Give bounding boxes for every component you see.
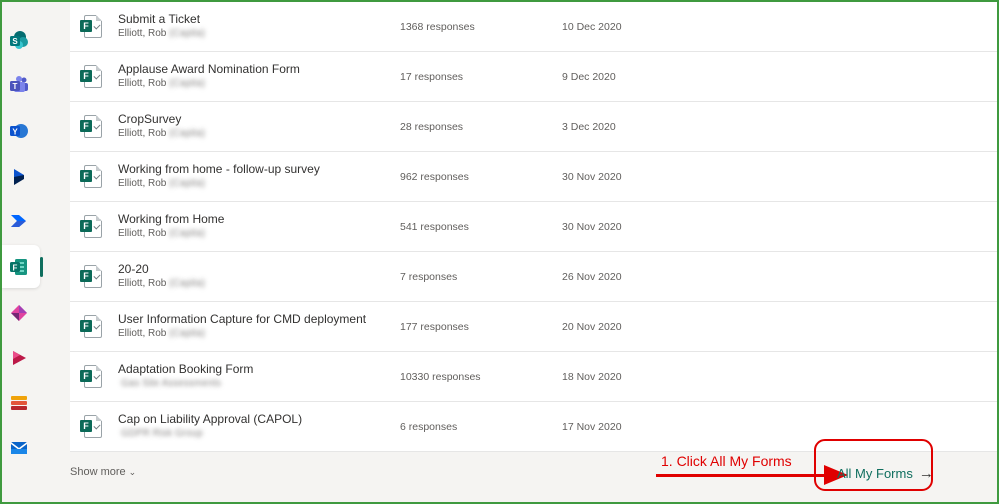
form-file-icon: F — [80, 415, 104, 439]
form-title[interactable]: Submit a Ticket — [118, 12, 200, 26]
form-date: 3 Dec 2020 — [562, 121, 616, 133]
office-apps-icon[interactable] — [8, 392, 30, 414]
form-owner-name: Elliott, Rob — [118, 78, 167, 89]
show-more-label: Show more — [70, 466, 126, 478]
form-owner: Elliott, Rob (Capita) — [118, 328, 205, 339]
form-title[interactable]: Working from home - follow-up survey — [118, 162, 320, 176]
rail-active-indicator — [40, 257, 43, 277]
form-owner: Elliott, Rob (Capita) — [118, 228, 205, 239]
form-owner: GDPR Risk Group — [118, 428, 203, 439]
arrow-right-icon: → — [918, 465, 934, 482]
power-automate-icon[interactable] — [8, 210, 30, 232]
form-owner-redacted: GDPR Risk Group — [121, 428, 203, 439]
sharepoint-icon[interactable]: S — [8, 29, 30, 51]
form-owner-name: Elliott, Rob — [118, 28, 167, 39]
form-title[interactable]: CropSurvey — [118, 112, 181, 126]
form-date: 18 Nov 2020 — [562, 371, 622, 383]
form-row[interactable]: F User Information Capture for CMD deploy… — [70, 302, 997, 352]
all-my-forms-link[interactable]: All My Forms → — [837, 465, 934, 482]
form-owner-name: Elliott, Rob — [118, 228, 167, 239]
form-response-count: 962 responses — [400, 171, 469, 183]
form-file-icon: F — [80, 315, 104, 339]
all-my-forms-label: All My Forms — [837, 466, 913, 481]
form-date: 10 Dec 2020 — [562, 21, 622, 33]
form-date: 17 Nov 2020 — [562, 421, 622, 433]
form-row[interactable]: F Submit a Ticket Elliott, Rob (Capita) 1368… — [70, 2, 997, 52]
chevron-down-icon: ⌄ — [128, 467, 137, 477]
form-owner: Elliott, Rob (Capita) — [118, 278, 205, 289]
svg-text:S: S — [12, 37, 18, 46]
form-row[interactable]: F 20-20 Elliott, Rob (Capita) 7 responses 26 … — [70, 252, 997, 302]
form-file-icon: F — [80, 215, 104, 239]
form-file-icon: F — [80, 15, 104, 39]
form-file-icon: F — [80, 365, 104, 389]
app-rail: S T Y F — [2, 2, 56, 502]
form-title[interactable]: Applause Award Nomination Form — [118, 62, 300, 76]
form-owner-redacted: (Capita) — [169, 28, 205, 39]
form-title[interactable]: Working from Home — [118, 212, 224, 226]
form-response-count: 17 responses — [400, 71, 464, 83]
form-response-count: 28 responses — [400, 121, 464, 133]
form-date: 30 Nov 2020 — [562, 171, 622, 183]
form-owner-redacted: (Capita) — [169, 328, 205, 339]
form-owner-redacted: (Capita) — [169, 178, 205, 189]
form-response-count: 177 responses — [400, 321, 469, 333]
stream-icon[interactable] — [8, 347, 30, 369]
svg-text:T: T — [13, 82, 18, 91]
form-file-icon: F — [80, 65, 104, 89]
form-owner-redacted: (Capita) — [169, 78, 205, 89]
outlook-icon[interactable] — [8, 437, 30, 459]
svg-text:F: F — [13, 264, 18, 273]
form-date: 20 Nov 2020 — [562, 321, 622, 333]
annotation-instruction: 1. Click All My Forms — [661, 453, 792, 469]
form-owner-name: Elliott, Rob — [118, 278, 167, 289]
form-response-count: 7 responses — [400, 271, 458, 283]
form-owner-redacted: (Capita) — [169, 228, 205, 239]
form-owner: Elliott, Rob (Capita) — [118, 128, 205, 139]
yammer-icon[interactable]: Y — [8, 120, 30, 142]
show-more-link[interactable]: Show more ⌄ — [70, 466, 136, 478]
form-file-icon: F — [80, 165, 104, 189]
form-owner-name: Elliott, Rob — [118, 328, 167, 339]
form-owner-redacted: (Capita) — [169, 278, 205, 289]
form-title[interactable]: Cap on Liability Approval (CAPOL) — [118, 412, 302, 426]
app-window: S T Y F F Submit a Ticket Elliott, Rob (… — [0, 0, 999, 504]
form-title[interactable]: User Information Capture for CMD deploym… — [118, 312, 366, 326]
form-owner-name: Elliott, Rob — [118, 128, 167, 139]
form-owner: Elliott, Rob (Capita) — [118, 28, 205, 39]
form-row[interactable]: F Applause Award Nomination Form Elliott, … — [70, 52, 997, 102]
form-response-count: 541 responses — [400, 221, 469, 233]
power-apps-icon[interactable] — [8, 302, 30, 324]
form-owner-name: Elliott, Rob — [118, 178, 167, 189]
form-date: 30 Nov 2020 — [562, 221, 622, 233]
form-row[interactable]: F Adaptation Booking Form Gas Site Assessm… — [70, 352, 997, 402]
form-owner: Elliott, Rob (Capita) — [118, 78, 205, 89]
form-file-icon: F — [80, 115, 104, 139]
form-owner-redacted: (Capita) — [169, 128, 205, 139]
form-row[interactable]: F Working from home - follow-up survey Ell… — [70, 152, 997, 202]
form-owner: Gas Site Assessments — [118, 378, 221, 389]
form-owner-redacted: Gas Site Assessments — [121, 378, 222, 389]
form-row[interactable]: F Working from Home Elliott, Rob (Capita) 54… — [70, 202, 997, 252]
form-response-count: 1368 responses — [400, 21, 475, 33]
svg-text:Y: Y — [12, 128, 18, 137]
form-response-count: 10330 responses — [400, 371, 481, 383]
form-owner: Elliott, Rob (Capita) — [118, 178, 205, 189]
forms-icon[interactable]: F — [8, 256, 30, 278]
form-title[interactable]: Adaptation Booking Form — [118, 362, 253, 376]
form-title[interactable]: 20-20 — [118, 262, 149, 276]
form-date: 26 Nov 2020 — [562, 271, 622, 283]
annotation-arrow-line — [656, 474, 826, 477]
recent-forms-panel: F Submit a Ticket Elliott, Rob (Capita) 1368… — [56, 2, 997, 502]
teams-icon[interactable]: T — [8, 74, 30, 96]
dynamics-icon[interactable] — [8, 166, 30, 188]
form-row[interactable]: F CropSurvey Elliott, Rob (Capita) 28 respon… — [70, 102, 997, 152]
form-file-icon: F — [80, 265, 104, 289]
form-response-count: 6 responses — [400, 421, 458, 433]
form-date: 9 Dec 2020 — [562, 71, 616, 83]
